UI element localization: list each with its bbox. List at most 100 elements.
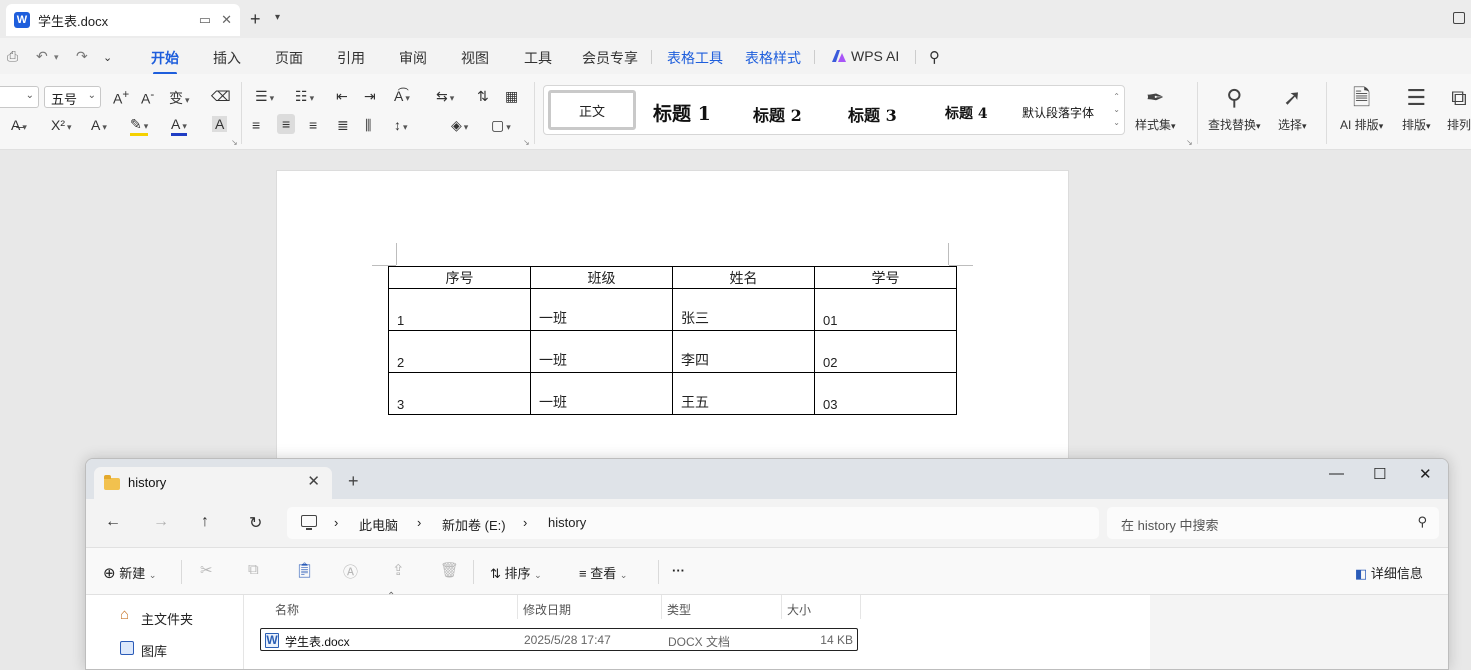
bullet-list-icon[interactable]: ☰ ▾ [255, 88, 274, 105]
highlight-icon[interactable]: ✎ ▾ [130, 117, 149, 136]
table-cell[interactable]: 一班 [530, 330, 673, 373]
table-cell[interactable]: 张三 [672, 288, 815, 331]
font-grow-icon[interactable]: A+ [113, 88, 129, 107]
table-cell[interactable]: 01 [814, 288, 957, 331]
tab-table-style[interactable]: 表格样式 [745, 48, 801, 68]
table-cell[interactable]: 1 [388, 288, 531, 331]
dialog-launcher-icon[interactable]: ↘ [231, 138, 238, 147]
text-direction-icon[interactable]: ⇆ ▾ [436, 88, 454, 105]
tab-wps-ai[interactable]: WPS AI [851, 48, 899, 64]
breadcrumb-item[interactable]: 此电脑 [359, 515, 398, 534]
strikethrough-icon[interactable]: A̶ ▾ [11, 117, 27, 133]
font-shrink-icon[interactable]: A- [141, 88, 154, 107]
distribute-icon[interactable]: ⫼ [365, 117, 371, 134]
search-icon[interactable]: ⚲ [929, 48, 940, 66]
shading-icon[interactable]: ◈ ▾ [451, 117, 468, 134]
column-header-modified[interactable]: 修改日期 [523, 601, 571, 618]
minimize-icon[interactable]: — [1329, 465, 1344, 482]
redo-icon[interactable]: ↷ [76, 48, 88, 65]
column-divider[interactable] [860, 595, 861, 619]
chevron-down-icon[interactable]: ▾ [54, 52, 59, 63]
paste-icon[interactable]: 📋︎ [295, 561, 314, 579]
table-header-cell[interactable]: 姓名 [672, 266, 815, 289]
maximize-icon[interactable]: ☐ [1373, 465, 1386, 483]
phonetic-icon[interactable]: 变 ▾ [169, 88, 190, 108]
column-divider[interactable] [517, 595, 518, 619]
table-header-cell[interactable]: 班级 [530, 266, 673, 289]
tab-tools[interactable]: 工具 [524, 48, 552, 68]
document-page[interactable]: 序号 班级 姓名 学号 1 一班 张三 01 2 一班 李四 02 3 一班 王… [276, 170, 1069, 470]
tab-review[interactable]: 审阅 [399, 48, 427, 68]
borders-icon[interactable]: ▢ ▾ [491, 117, 511, 134]
column-header-name[interactable]: 名称 [275, 601, 299, 618]
align-right-icon[interactable]: ≡ [309, 117, 317, 133]
style-heading-4[interactable]: 标题 4 [945, 103, 988, 123]
new-button[interactable]: ⊕ 新建 ⌄ [103, 563, 156, 582]
chevron-right-icon[interactable]: › [417, 515, 421, 530]
undo-icon[interactable]: ↶ [36, 48, 48, 65]
column-header-size[interactable]: 大小 [787, 601, 811, 618]
gallery-scroll[interactable]: ⌃ ⌄ ⌄ [1113, 90, 1120, 129]
new-tab-icon[interactable]: + [348, 471, 359, 492]
font-size-select[interactable]: 五号 ⌄ [44, 86, 101, 108]
delete-icon[interactable]: 🗑︎ [440, 561, 459, 579]
chevron-down-icon[interactable]: ▾ [275, 12, 280, 23]
cut-icon[interactable]: ✂ [200, 561, 213, 579]
print-preview-icon[interactable]: ⎙ [7, 48, 18, 65]
style-heading-2[interactable]: 标题 2 [753, 102, 802, 126]
tab-references[interactable]: 引用 [337, 48, 365, 68]
share-icon[interactable]: ⇪ [392, 561, 405, 579]
table-header-cell[interactable]: 学号 [814, 266, 957, 289]
table-cell[interactable]: 李四 [672, 330, 815, 373]
up-icon[interactable]: ↑ [201, 513, 209, 531]
close-icon[interactable]: ✕ [221, 12, 232, 28]
select-button[interactable]: ➚ 选择▾ [1278, 84, 1307, 133]
breadcrumb-item[interactable]: history [548, 515, 586, 530]
dialog-launcher-icon[interactable]: ↘ [1186, 138, 1193, 147]
column-divider[interactable] [661, 595, 662, 619]
align-left-icon[interactable]: ≡ [252, 117, 260, 133]
chevron-right-icon[interactable]: › [334, 515, 338, 530]
char-shading-icon[interactable]: A [212, 116, 228, 132]
font-name-select[interactable]: ⌄ [0, 86, 39, 108]
tab-member[interactable]: 会员专享 [582, 48, 638, 68]
layout-button[interactable]: ☰ 排版▾ [1402, 84, 1431, 133]
column-header-type[interactable]: 类型 [667, 601, 691, 618]
document-tab[interactable]: W 学生表.docx ▭ ✕ [6, 4, 240, 36]
numbered-list-icon[interactable]: ☷ ▾ [295, 88, 314, 105]
justify-icon[interactable]: ≣ [337, 117, 349, 134]
sidebar-item-home[interactable]: 主文件夹 [141, 609, 193, 628]
sidebar-item-gallery[interactable]: 图库 [141, 641, 167, 660]
find-replace-button[interactable]: ⚲ 查找替换▾ [1208, 84, 1261, 133]
rename-icon[interactable]: Ⓐ [343, 561, 358, 582]
ai-layout-button[interactable]: 🗎 AI 排版▾ [1340, 84, 1383, 133]
tab-start[interactable]: 开始 [151, 48, 179, 75]
chinese-layout-icon[interactable]: A͡ ▾ [394, 88, 410, 104]
line-spacing-icon[interactable]: ↕ ▾ [394, 117, 408, 133]
chevron-down-icon[interactable]: ⌄ [103, 51, 112, 64]
tab-page[interactable]: 页面 [275, 48, 303, 68]
show-marks-icon[interactable]: ▦ [505, 88, 518, 105]
column-divider[interactable] [781, 595, 782, 619]
refresh-icon[interactable]: ↻ [249, 513, 262, 533]
table-cell[interactable]: 03 [814, 372, 957, 415]
table-cell[interactable]: 3 [388, 372, 531, 415]
address-bar[interactable]: › 此电脑 › 新加卷 (E:) › history [287, 507, 1099, 539]
details-pane-button[interactable]: ◧ 详细信息 [1355, 563, 1423, 582]
forward-icon[interactable]: → [153, 513, 169, 531]
style-default-font[interactable]: 默认段落字体 [1022, 104, 1094, 121]
style-heading-3[interactable]: 标题 3 [848, 102, 897, 126]
search-input[interactable]: 在 history 中搜索 ⚲ [1107, 507, 1439, 539]
arrange-button[interactable]: ⧉ 排列 [1447, 84, 1471, 133]
table-cell[interactable]: 2 [388, 330, 531, 373]
table-header-cell[interactable]: 序号 [388, 266, 531, 289]
tab-insert[interactable]: 插入 [213, 48, 241, 68]
increase-indent-icon[interactable]: ⇥ [364, 88, 376, 105]
style-heading-1[interactable]: 标题 1 [653, 99, 711, 126]
copy-icon[interactable]: ⧉ [248, 561, 259, 578]
explorer-tab[interactable]: history ✕ [94, 467, 332, 499]
student-table[interactable]: 序号 班级 姓名 学号 1 一班 张三 01 2 一班 李四 02 3 一班 王… [388, 266, 957, 415]
align-center-icon[interactable]: ≡ [277, 114, 296, 134]
style-normal[interactable]: 正文 [548, 90, 636, 130]
close-icon[interactable]: ✕ [1419, 465, 1432, 483]
